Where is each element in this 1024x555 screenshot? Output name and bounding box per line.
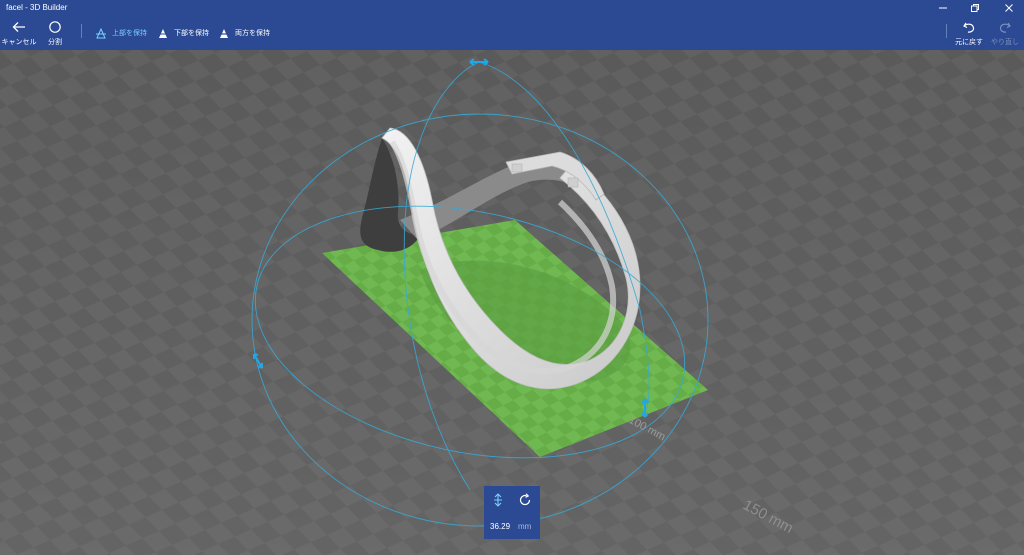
keep-top-label: 上部を保持 [112,30,147,37]
model-tab [567,177,579,188]
undo-button[interactable]: 元に戻す [950,19,988,49]
close-icon [1005,4,1013,12]
command-bar: キャンセル 分割 上部を保持 下部を保持 両方を保持 元に戻す やり直し [0,16,1024,50]
rotate-icon [519,493,531,506]
keep-top-button[interactable]: 上部を保持 [96,26,147,40]
circle-icon [48,19,62,35]
keep-both-button[interactable]: 両方を保持 [219,26,270,40]
restore-icon [971,4,979,12]
minimize-icon [939,7,947,9]
redo-button[interactable]: やり直し [986,19,1024,49]
undo-label: 元に戻す [955,39,983,46]
cancel-label: キャンセル [1,39,37,46]
3d-viewport[interactable]: 100 mm 150 mm [0,50,1024,555]
cut-height-panel: 36.29 mm [484,486,540,539]
arrow-left-icon [11,19,27,35]
toolbar-divider-right [946,24,947,38]
restore-button[interactable] [960,0,990,16]
split-button[interactable]: 分割 [36,19,74,49]
redo-label: やり直し [991,39,1019,46]
keep-both-label: 両方を保持 [235,30,270,37]
keep-bottom-label: 下部を保持 [174,30,209,37]
toolbar-divider [81,24,82,38]
move-vertical-icon [494,493,502,507]
window-title: facel - 3D Builder [6,3,68,12]
close-button[interactable] [994,0,1024,16]
title-bar: facel - 3D Builder [0,0,1024,16]
redo-icon [998,19,1012,35]
keep-bottom-button[interactable]: 下部を保持 [158,26,209,40]
minimize-button[interactable] [928,0,958,16]
model-tab [511,163,523,173]
triangle-top-icon [96,27,106,39]
triangle-both-icon [219,28,229,39]
undo-icon [962,19,976,35]
split-label: 分割 [48,39,62,46]
triangle-bottom-icon [158,28,168,39]
cancel-button[interactable]: キャンセル [0,19,38,49]
rotate-plane-button[interactable] [518,493,532,512]
move-plane-button[interactable] [492,493,504,512]
cut-height-value[interactable]: 36.29 [490,522,510,531]
cut-height-unit: mm [518,522,532,531]
